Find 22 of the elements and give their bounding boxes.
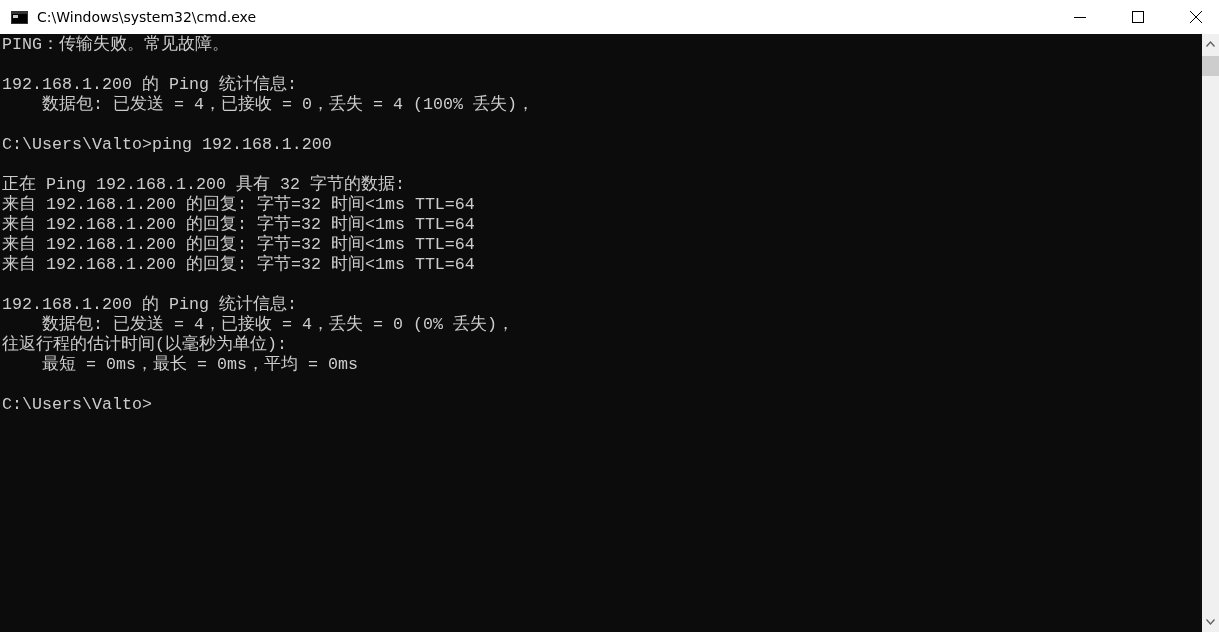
console-line: 最短 = 0ms，最长 = 0ms，平均 = 0ms	[42, 355, 358, 374]
console-app-icon	[11, 10, 28, 24]
console-line: PING：传输失败。常见故障。	[2, 35, 229, 54]
console-line: 来自 192.168.1.200 的回复: 字节=32 时间<1ms TTL=64	[2, 195, 475, 214]
maximize-icon	[1132, 11, 1144, 23]
console-line: C:\Users\Valto>	[2, 395, 152, 414]
console-line: 正在 Ping 192.168.1.200 具有 32 字节的数据:	[2, 175, 405, 194]
console-line: 来自 192.168.1.200 的回复: 字节=32 时间<1ms TTL=64	[2, 235, 475, 254]
scrollbar-thumb[interactable]	[1202, 56, 1219, 76]
console-line: 往返行程的估计时间(以毫秒为单位):	[2, 335, 287, 354]
console-line: 192.168.1.200 的 Ping 统计信息:	[2, 295, 297, 314]
scroll-down-icon[interactable]	[1206, 619, 1215, 625]
console-line: 192.168.1.200 的 Ping 统计信息:	[2, 75, 297, 94]
console-line: 数据包: 已发送 = 4，已接收 = 4，丢失 = 0 (0% 丢失)，	[42, 315, 514, 334]
console-line: C:\Users\Valto>ping 192.168.1.200	[2, 135, 332, 154]
close-icon	[1190, 11, 1202, 23]
scrollbar[interactable]	[1202, 34, 1219, 632]
console-line: 来自 192.168.1.200 的回复: 字节=32 时间<1ms TTL=64	[2, 255, 475, 274]
window-title: C:\Windows\system32\cmd.exe	[37, 9, 258, 25]
console-line: 数据包: 已发送 = 4，已接收 = 0，丢失 = 4 (100% 丢失)，	[42, 95, 534, 114]
scroll-up-icon[interactable]	[1206, 41, 1215, 47]
console-line: 来自 192.168.1.200 的回复: 字节=32 时间<1ms TTL=64	[2, 215, 475, 234]
